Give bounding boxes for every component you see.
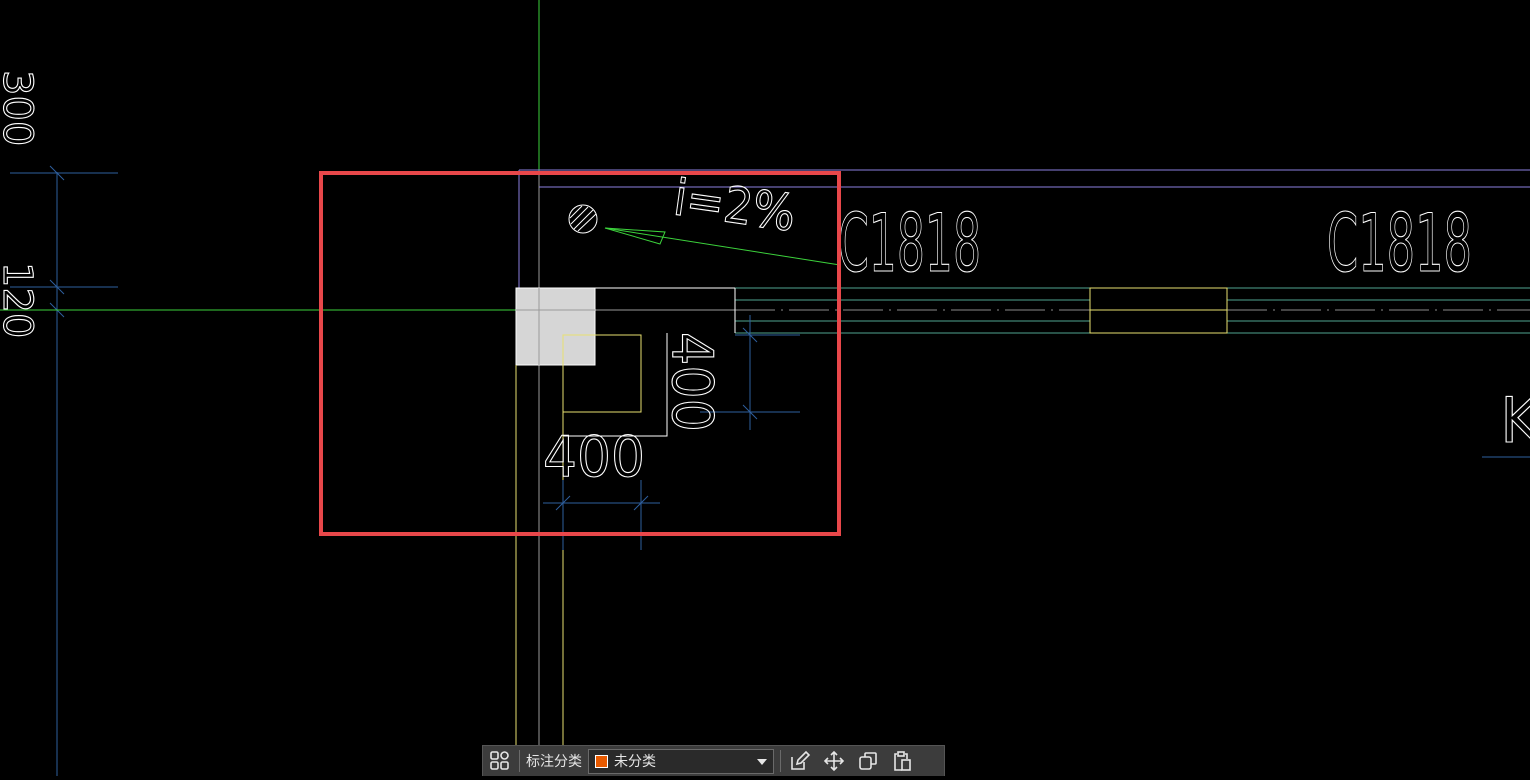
drain-hatch-1	[570, 206, 589, 225]
dim-vertical-text: 400	[659, 332, 724, 432]
partial-right-text: K	[1500, 384, 1530, 457]
toolbar-separator	[780, 750, 781, 772]
move-icon[interactable]	[817, 746, 851, 776]
category-select[interactable]: 未分类	[588, 748, 774, 774]
window-tag-1: C1818	[838, 197, 981, 290]
annotation-toolbar: 标注分类 未分类	[482, 745, 945, 776]
cad-drawing[interactable]: 300 120 400 400 i=2% C1818 C1818 K	[0, 0, 1530, 776]
category-value: 未分类	[614, 753, 656, 769]
copy-icon[interactable]	[851, 746, 885, 776]
grid-icon[interactable]	[483, 746, 517, 776]
slope-text: i=2%	[670, 168, 799, 242]
dim-left-top-text: 300	[0, 70, 40, 146]
cad-drawing-canvas[interactable]: 300 120 400 400 i=2% C1818 C1818 K	[0, 0, 1530, 776]
floor-drain-symbol	[568, 204, 598, 234]
category-color-swatch	[595, 754, 608, 768]
category-label: 标注分类	[526, 753, 582, 769]
dim-left-mid-text: 120	[0, 262, 40, 338]
slope-arrow-line	[604, 227, 841, 266]
chevron-down-icon	[757, 758, 767, 765]
edit-icon[interactable]	[783, 746, 817, 776]
drain-hatch-4	[569, 205, 583, 219]
column-fill	[515, 287, 596, 366]
dim-horizontal-text: 400	[543, 425, 645, 490]
window-tag-2: C1818	[1327, 197, 1472, 290]
paste-icon[interactable]	[885, 746, 919, 776]
toolbar-separator	[519, 750, 520, 772]
